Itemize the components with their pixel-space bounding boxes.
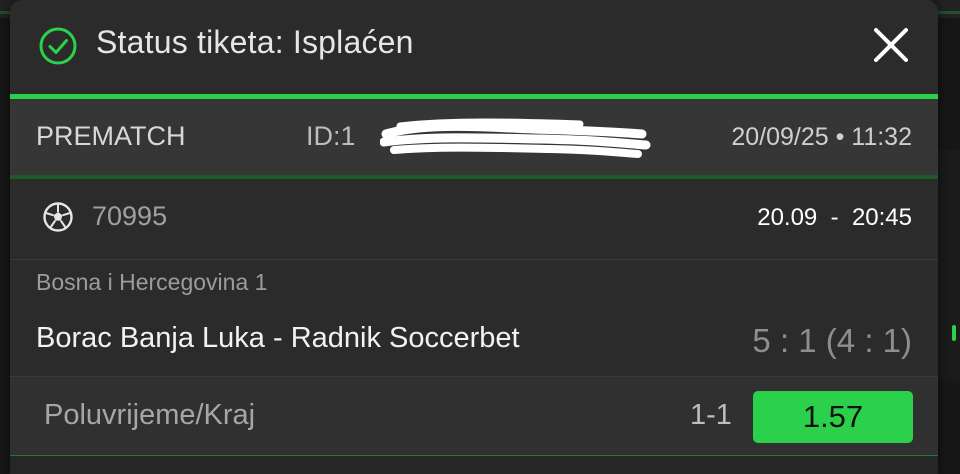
soccer-ball-icon	[43, 202, 73, 232]
match-datetime: 20.09 - 20:45	[757, 204, 912, 231]
bet-pick: 1-1	[690, 399, 732, 431]
ticket-type: PREMATCH	[36, 121, 186, 151]
bottom-divider	[10, 455, 938, 474]
ticket-status-dialog: Status tiketa: Isplaćen PREMATCH ID:1 20…	[10, 0, 938, 474]
match-header-row: 70995 20.09 - 20:45	[10, 179, 938, 260]
ticket-id: ID:1	[306, 121, 356, 151]
bet-row: Poluvrijeme/Kraj 1-1 1.57	[10, 377, 938, 455]
close-icon[interactable]	[872, 26, 910, 64]
bet-market: Poluvrijeme/Kraj	[44, 399, 256, 431]
background-right-edge	[938, 150, 960, 380]
redaction-scribble	[380, 118, 651, 158]
match-code: 70995	[92, 201, 168, 231]
ticket-timestamp: 20/09/25 • 11:32	[731, 123, 912, 151]
match-score: 5 : 1 (4 : 1)	[752, 322, 912, 359]
dialog-title: Status tiketa: Isplaćen	[96, 24, 414, 60]
dialog-header: Status tiketa: Isplaćen	[10, 0, 938, 94]
odds-badge: 1.57	[753, 391, 913, 443]
match-teams: Borac Banja Luka - Radnik Soccerbet	[36, 322, 520, 354]
background-green-marker	[952, 325, 956, 341]
league-name: Bosna i Hercegovina 1	[36, 269, 268, 295]
check-circle-icon	[39, 27, 77, 65]
